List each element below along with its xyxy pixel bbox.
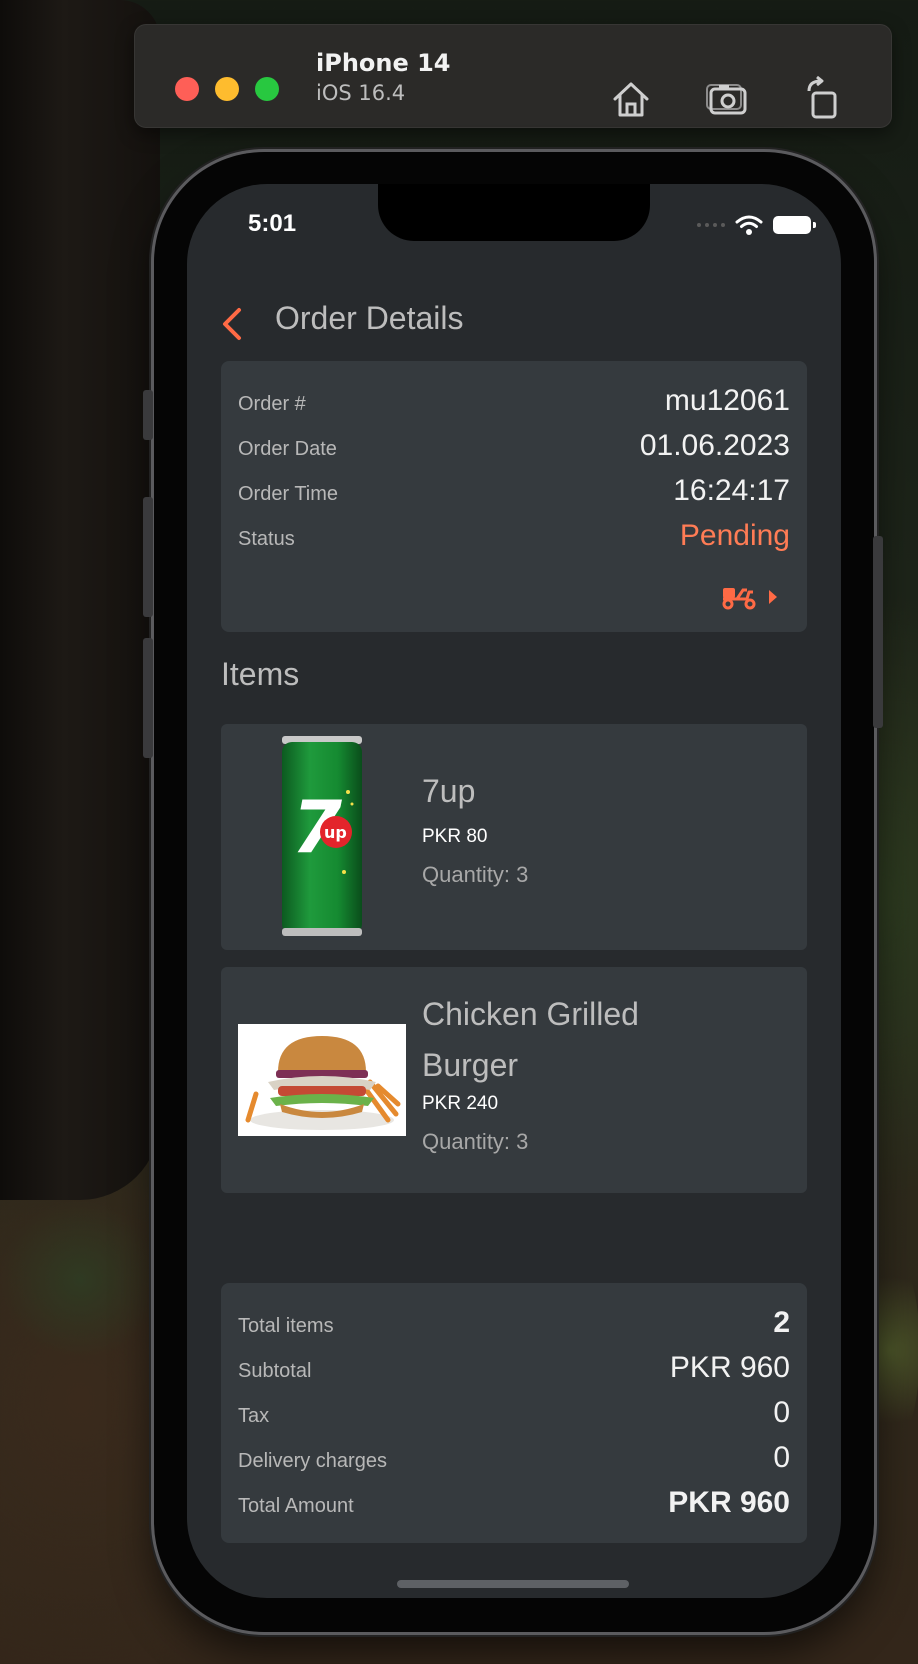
summary-row: Total items 2: [238, 1306, 790, 1340]
order-status-row: Status Pending: [238, 519, 790, 553]
delivery-scooter-icon: [722, 588, 756, 610]
order-date-label: Order Date: [238, 438, 337, 460]
cellular-signal-icon: [697, 223, 725, 227]
zoom-window-button[interactable]: [255, 77, 279, 101]
item-card-7up[interactable]: 7 up 7up PKR 80 Quantity: 3: [221, 724, 807, 950]
total-amount-value: PKR 960: [668, 1486, 790, 1519]
screenshot-icon: [706, 84, 747, 115]
background-tree: [0, 0, 160, 1200]
app-screen: 5:01 Order Details Order # mu12061 Order…: [187, 184, 841, 1598]
home-indicator[interactable]: [397, 1580, 629, 1588]
total-items-label: Total items: [238, 1315, 334, 1337]
item-price: PKR 240: [422, 1093, 499, 1114]
subtotal-label: Subtotal: [238, 1360, 312, 1382]
device-name: iPhone 14: [316, 49, 451, 77]
background-foliage: [0, 1200, 160, 1360]
minimize-window-button[interactable]: [215, 77, 239, 101]
track-delivery-button[interactable]: [721, 584, 779, 610]
order-status-label: Status: [238, 528, 295, 550]
item-price: PKR 80: [422, 826, 488, 847]
burger-image: [238, 1024, 406, 1136]
chevron-left-icon: [223, 308, 241, 340]
item-quantity: Quantity: 3: [422, 1129, 529, 1154]
delivery-charges-label: Delivery charges: [238, 1450, 387, 1472]
power-button: [873, 536, 883, 728]
back-button[interactable]: [217, 302, 247, 346]
volume-up-button: [143, 497, 153, 617]
rotate-icon: [807, 75, 837, 119]
battery-icon: [773, 216, 816, 234]
tax-label: Tax: [238, 1405, 270, 1427]
page-title: Order Details: [275, 300, 464, 336]
wifi-icon: [735, 215, 763, 235]
simulator-toolbar: iPhone 14 iOS 16.4: [134, 24, 892, 128]
total-amount-label: Total Amount: [238, 1495, 354, 1517]
order-number-row: Order # mu12061: [238, 384, 790, 418]
order-info-card: Order # mu12061 Order Date 01.06.2023 Or…: [221, 361, 807, 632]
item-name-line: Chicken Grilled: [422, 996, 639, 1032]
status-time: 5:01: [248, 210, 297, 237]
home-button[interactable]: [607, 75, 655, 123]
item-quantity: Quantity: 3: [422, 862, 529, 887]
item-name: Chicken Grilled Burger: [422, 989, 639, 1091]
order-time-value: 16:24:17: [673, 474, 790, 507]
order-date-row: Order Date 01.06.2023: [238, 429, 790, 463]
notch: [378, 184, 650, 241]
screenshot-button[interactable]: [703, 75, 751, 123]
home-icon: [613, 82, 649, 117]
tax-value: 0: [773, 1396, 790, 1429]
os-version: iOS 16.4: [316, 81, 406, 105]
volume-down-button: [143, 638, 153, 758]
summary-row: Tax 0: [238, 1396, 790, 1430]
subtotal-value: PKR 960: [669, 1351, 790, 1384]
order-date-value: 01.06.2023: [639, 429, 790, 462]
item-card-burger[interactable]: Chicken Grilled Burger PKR 240 Quantity:…: [221, 967, 807, 1193]
close-window-button[interactable]: [175, 77, 199, 101]
items-heading: Items: [221, 656, 300, 692]
order-time-label: Order Time: [238, 483, 339, 505]
total-items-value: 2: [773, 1306, 790, 1339]
silent-switch: [143, 390, 153, 440]
order-status-value: Pending: [679, 519, 790, 552]
summary-row: Delivery charges 0: [238, 1441, 790, 1475]
status-icons: [697, 214, 816, 236]
item-name: 7up: [422, 773, 476, 809]
delivery-charges-value: 0: [773, 1441, 790, 1474]
svg-text:up: up: [324, 823, 347, 842]
order-number-label: Order #: [238, 393, 306, 415]
item-name-line: Burger: [422, 1047, 519, 1083]
order-summary-card: Total items 2 Subtotal PKR 960 Tax 0 Del…: [221, 1283, 807, 1543]
summary-row: Total Amount PKR 960: [238, 1486, 790, 1520]
rotate-button[interactable]: [799, 75, 847, 123]
summary-row: Subtotal PKR 960: [238, 1351, 790, 1385]
caret-right-icon: [769, 590, 777, 604]
7up-can-image: 7 up: [238, 732, 406, 942]
order-number-value: mu12061: [664, 384, 790, 417]
order-time-row: Order Time 16:24:17: [238, 474, 790, 508]
